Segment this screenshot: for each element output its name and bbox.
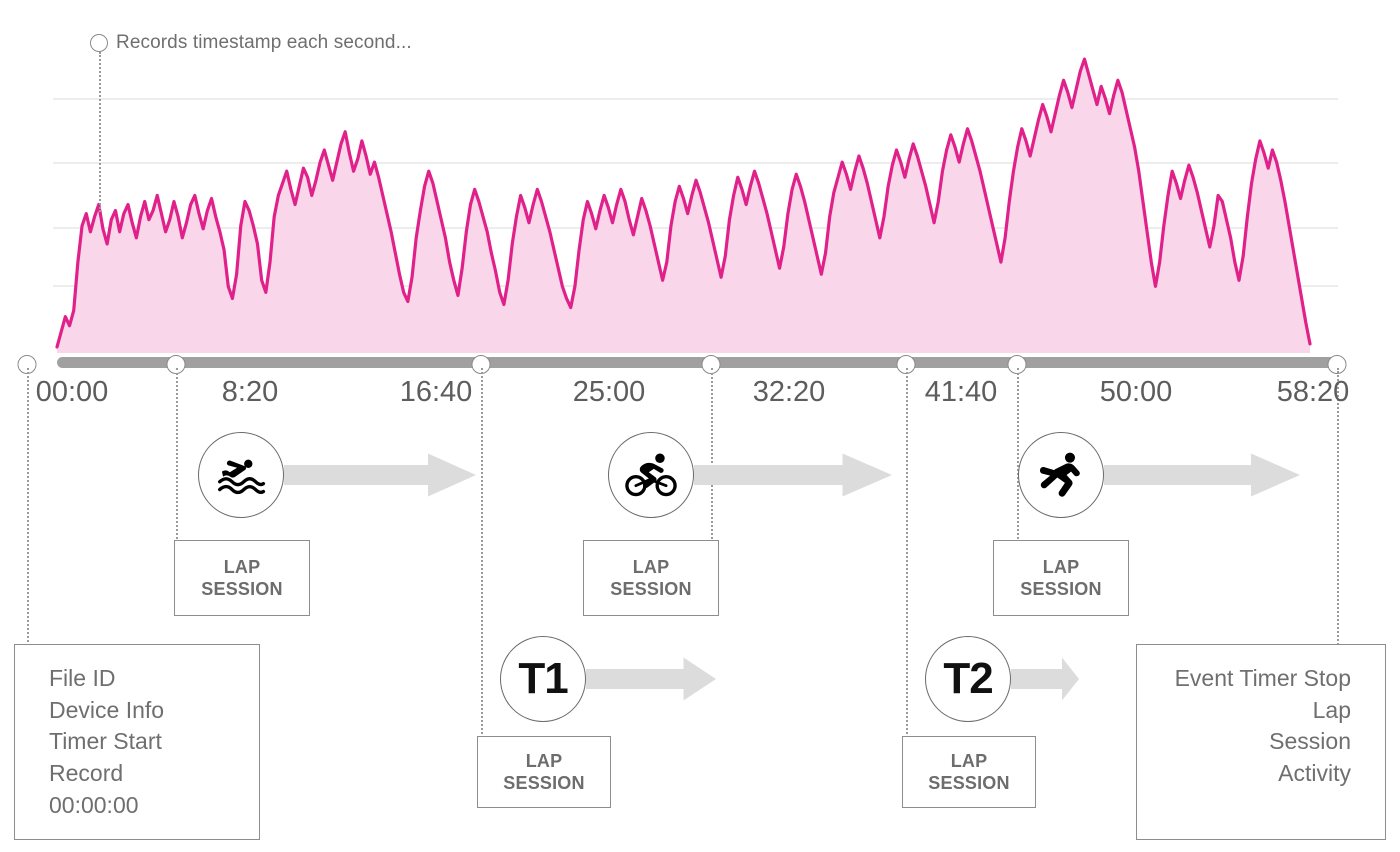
tick-label: 41:40 [924, 376, 998, 408]
sport-medallion-swim[interactable] [198, 432, 284, 518]
end-messages-box: Event Timer Stop Lap Session Activity [1136, 644, 1386, 840]
segment-arrow-bike [694, 452, 892, 498]
lap-label: LAP [525, 751, 563, 772]
tick-label: 16:40 [399, 376, 473, 408]
start-message-line: 00:00:00 [49, 791, 139, 818]
dropline-1 [176, 368, 178, 543]
timeline-bar[interactable] [57, 357, 1338, 368]
tick-label: 58:20 [1276, 376, 1350, 408]
lap-label: LAP [1042, 557, 1080, 578]
end-message-line: Event Timer Stop [1174, 665, 1351, 691]
lap-label: LAP [950, 751, 988, 772]
activity-chart [0, 0, 1400, 370]
start-message-line: Timer Start [49, 728, 162, 755]
start-message-line: File ID [49, 665, 116, 691]
start-message-line: Record [49, 760, 124, 787]
tick-label: 50:00 [1099, 376, 1173, 408]
lap-session-box-bike: LAP SESSION [583, 540, 719, 616]
triathlon-timeline-diagram: Records timestamp each second... 00:00 8:… [0, 0, 1400, 852]
tick-label: 00:00 [35, 376, 109, 408]
runner-icon [1033, 447, 1089, 503]
lap-label: LAP [223, 557, 261, 578]
record-annotation-dropline [99, 52, 101, 212]
dropline-5 [1017, 368, 1019, 543]
cyclist-icon [623, 447, 679, 503]
activity-chart-svg [53, 57, 1338, 354]
lap-session-box-run: LAP SESSION [993, 540, 1129, 616]
start-message-line: Device Info [49, 696, 165, 723]
sport-medallion-bike[interactable] [608, 432, 694, 518]
session-label: SESSION [503, 772, 585, 793]
session-label: SESSION [610, 578, 692, 599]
tick-label: 25:00 [572, 376, 646, 408]
segment-arrow-swim [284, 452, 476, 498]
session-label: SESSION [928, 772, 1010, 793]
end-message-line: Activity [1278, 760, 1351, 787]
end-message-line: Session [1269, 728, 1351, 755]
dropline-4 [906, 368, 908, 738]
tick-label: 32:20 [752, 376, 826, 408]
tick-label: 8:20 [221, 376, 279, 408]
transition-label: T2 [943, 654, 993, 703]
transition-medallion-t2[interactable]: T2 [925, 636, 1011, 722]
lap-session-box-t1: LAP SESSION [477, 736, 611, 808]
session-label: SESSION [1020, 578, 1102, 599]
end-message-line: Lap [1312, 696, 1351, 723]
lap-session-box-swim: LAP SESSION [174, 540, 310, 616]
lap-label: LAP [632, 557, 670, 578]
sport-medallion-run[interactable] [1018, 432, 1104, 518]
dropline-2 [481, 368, 483, 738]
lap-session-box-t2: LAP SESSION [902, 736, 1036, 808]
session-label: SESSION [201, 578, 283, 599]
transition-arrow-t2 [1011, 656, 1079, 702]
segment-arrow-run [1104, 452, 1300, 498]
swimmer-icon [213, 447, 269, 503]
transition-arrow-t1 [586, 656, 716, 702]
dropline-6 [1337, 368, 1339, 648]
start-messages-box: File ID Device Info Timer Start Record 0… [14, 644, 260, 840]
transition-label: T1 [518, 654, 568, 703]
transition-medallion-t1[interactable]: T1 [500, 636, 586, 722]
